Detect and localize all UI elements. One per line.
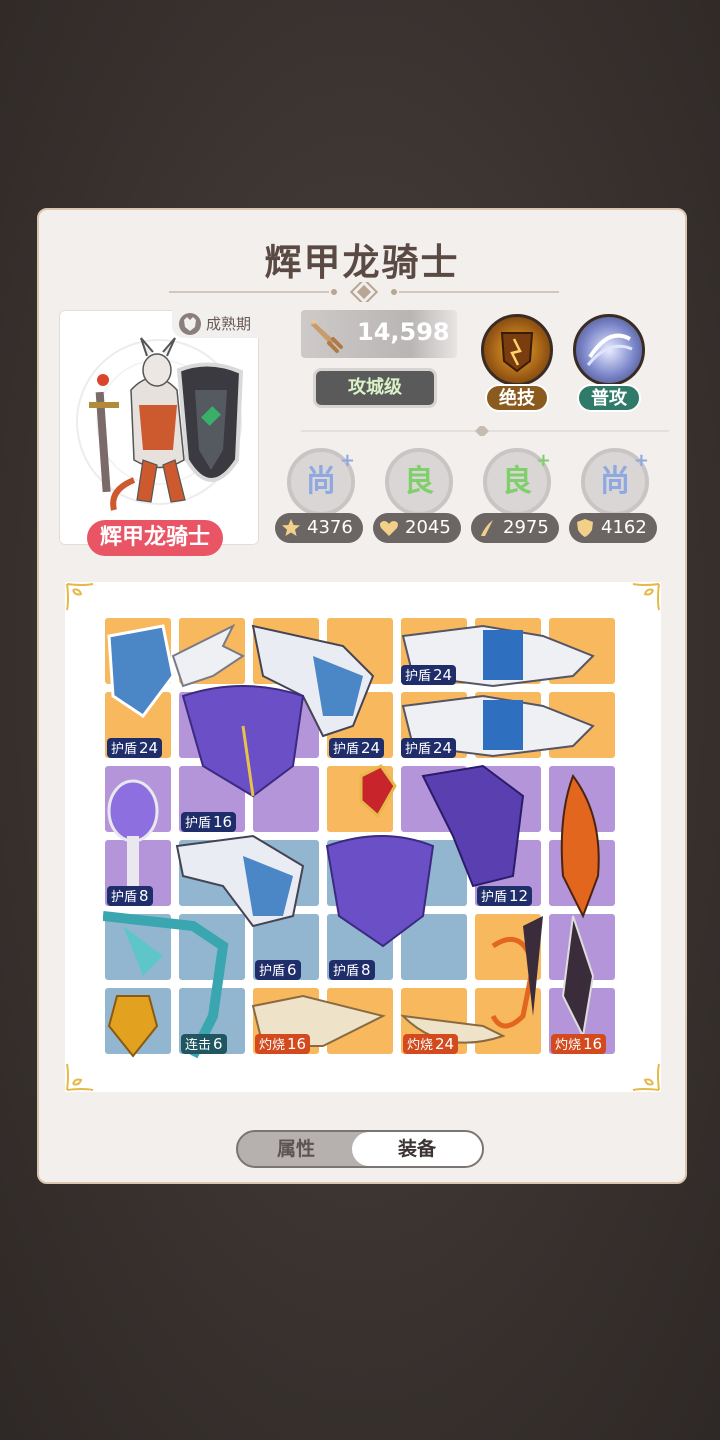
stat-health: 2045 — [373, 513, 461, 543]
item-tag: 护盾 12 — [477, 886, 533, 906]
grade-plus: + — [633, 450, 649, 471]
tag-type: 护盾 — [259, 964, 286, 979]
hero-name-banner: 辉甲龙骑士 — [87, 520, 223, 556]
tag-value: 8 — [361, 961, 371, 979]
stat-value: 4376 — [307, 517, 353, 538]
tag-type: 护盾 — [185, 816, 212, 831]
tag-type: 灼烧 — [407, 1038, 434, 1053]
rank-badge: 攻城级 — [313, 368, 437, 408]
tag-type: 护盾 — [333, 964, 360, 979]
tag-value: 24 — [433, 739, 453, 757]
hero-title: 辉甲龙骑士 — [264, 241, 460, 284]
equipment-board: 护盾 24 护盾 24 护盾 24 护盾 24 护盾 16 护盾 8 护盾 12 护盾 6 护盾… — [65, 582, 661, 1092]
tag-value: 24 — [139, 739, 159, 757]
tag-type: 灼烧 — [555, 1038, 582, 1053]
tab-equipment[interactable]: 装备 — [352, 1132, 482, 1166]
stat-value: 2975 — [503, 517, 549, 538]
item-tag: 护盾 8 — [107, 886, 153, 906]
tag-type: 连击 — [185, 1038, 212, 1053]
hero-illustration — [76, 337, 244, 511]
tag-type: 护盾 — [405, 669, 432, 684]
item-tag: 护盾 24 — [401, 738, 457, 758]
item-tag: 护盾 24 — [107, 738, 163, 758]
item-tag: 灼烧 16 — [551, 1034, 607, 1054]
skill-label: 普攻 — [577, 384, 641, 412]
grade-plus: + — [535, 450, 551, 471]
grade-badge-4: 尚 + — [577, 444, 653, 520]
tag-value: 6 — [287, 961, 297, 979]
tab-attributes[interactable]: 属性 — [238, 1132, 354, 1166]
tag-value: 6 — [213, 1035, 223, 1053]
star-icon — [282, 519, 300, 536]
corner-ornament-icon — [66, 1063, 94, 1091]
grade-badge-3: 良 + — [479, 444, 555, 520]
item-tag: 护盾 24 — [329, 738, 385, 758]
stage-badge: 成熟期 — [171, 310, 259, 338]
item-tag: 护盾 8 — [329, 960, 375, 980]
tag-value: 12 — [509, 887, 529, 905]
corner-ornament-icon — [66, 583, 94, 611]
hero-portrait[interactable]: 成熟期 — [59, 310, 259, 545]
stat-attack: 4376 — [275, 513, 363, 543]
corner-ornament-icon — [632, 1063, 660, 1091]
stage-label: 成熟期 — [205, 315, 251, 333]
heart-icon — [380, 521, 398, 536]
skill-normal-attack[interactable]: 普攻 — [569, 314, 649, 412]
shield-icon — [577, 519, 593, 537]
item-tag: 护盾 16 — [181, 812, 237, 832]
combat-power: 14,598 — [301, 310, 457, 358]
dagger-icon — [311, 319, 343, 353]
normal-attack-icon — [573, 314, 645, 386]
grade-badge-1: 尚 + — [283, 444, 359, 520]
title-ornament — [169, 282, 559, 302]
tag-value: 24 — [433, 666, 453, 684]
section-divider — [301, 426, 669, 436]
tag-value: 24 — [361, 739, 381, 757]
item-tag: 连击 6 — [181, 1034, 227, 1054]
tag-type: 护盾 — [405, 742, 432, 757]
claw-icon — [481, 520, 493, 536]
tag-value: 16 — [213, 813, 233, 831]
tag-type: 护盾 — [481, 890, 508, 905]
tag-type: 灼烧 — [259, 1038, 286, 1053]
corner-ornament-icon — [632, 583, 660, 611]
item-tag: 护盾 6 — [255, 960, 301, 980]
view-toggle: 属性 装备 — [236, 1130, 484, 1168]
stat-claw: 2975 — [471, 513, 559, 543]
stat-defense: 4162 — [569, 513, 657, 543]
grade-value: 良 — [385, 448, 453, 516]
skill-label: 绝技 — [485, 384, 549, 412]
item-tag: 灼烧 24 — [403, 1034, 459, 1054]
stat-value: 4162 — [601, 517, 647, 538]
tag-value: 16 — [583, 1035, 603, 1053]
tag-value: 24 — [435, 1035, 455, 1053]
stat-value: 2045 — [405, 517, 451, 538]
tag-value: 8 — [139, 887, 149, 905]
tag-type: 护盾 — [111, 890, 138, 905]
tag-type: 护盾 — [111, 742, 138, 757]
tag-value: 16 — [287, 1035, 307, 1053]
tag-type: 护盾 — [333, 742, 360, 757]
ultimate-skill-icon — [481, 314, 553, 386]
skill-ultimate[interactable]: 绝技 — [477, 314, 557, 412]
grade-plus: + — [339, 450, 355, 471]
grade-badge-2: 良 — [381, 444, 457, 520]
item-tag: 灼烧 16 — [255, 1034, 311, 1054]
hero-detail-card: 辉甲龙骑士 成熟期 辉甲龙骑士 14,598 攻城级 绝技 普攻 尚 + 良 良… — [37, 208, 687, 1184]
item-tag: 护盾 24 — [401, 665, 457, 685]
dragon-stage-icon — [178, 313, 201, 335]
equipment-items-art — [103, 623, 600, 1059]
power-value: 14,598 — [357, 318, 450, 346]
